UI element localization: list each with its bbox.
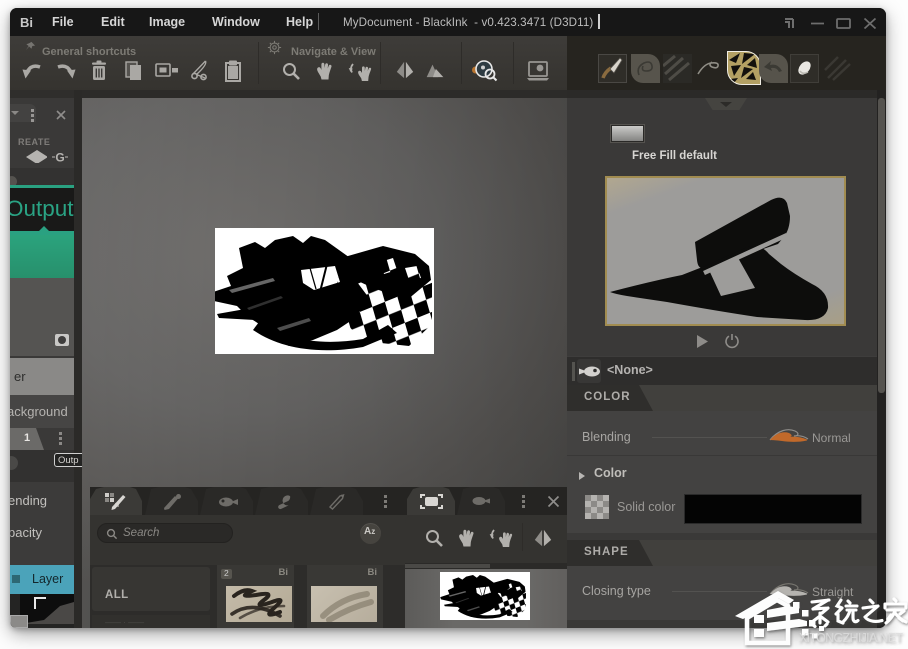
svg-text:G: G xyxy=(55,151,64,165)
svg-text:XITONGZHIJIA.NET: XITONGZHIJIA.NET xyxy=(799,631,903,645)
